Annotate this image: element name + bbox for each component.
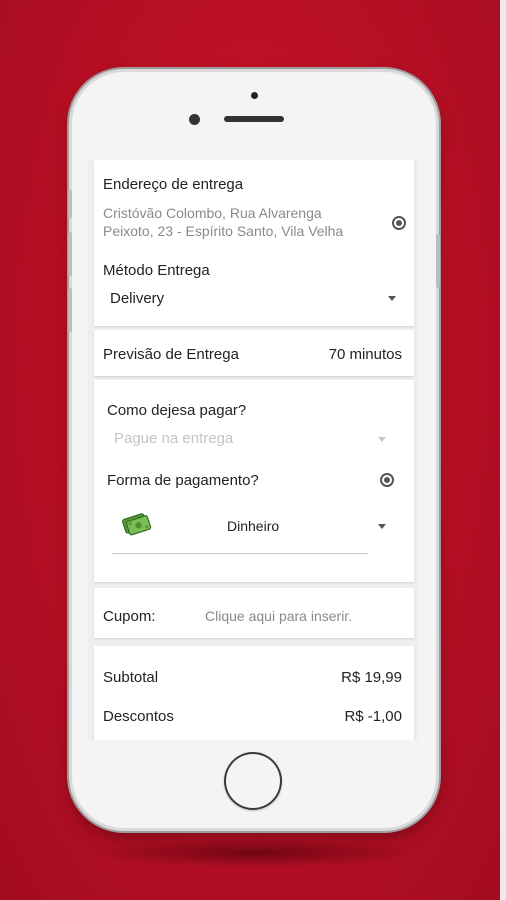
payment-question: Como dejesa pagar? <box>107 402 247 419</box>
radio-icon[interactable] <box>380 473 394 487</box>
delivery-method-dropdown[interactable]: Delivery <box>94 284 414 316</box>
phone-volume-up <box>68 232 72 276</box>
discount-value: R$ -1,00 <box>344 708 402 725</box>
chevron-down-icon <box>378 437 386 442</box>
app-screen: Endereço de entrega Cristóvão Colombo, R… <box>88 160 418 740</box>
payment-when-placeholder: Pague na entrega <box>114 430 234 447</box>
front-camera <box>189 114 200 125</box>
address-card: Endereço de entrega Cristóvão Colombo, R… <box>94 160 414 326</box>
payment-form-label: Forma de pagamento? <box>107 472 259 489</box>
payment-when-dropdown[interactable]: Pague na entrega <box>94 424 414 450</box>
right-edge-strip <box>500 0 506 900</box>
address-title: Endereço de entrega <box>103 176 244 193</box>
totals-card: Subtotal R$ 19,99 Descontos R$ -1,00 <box>94 646 414 740</box>
payment-card: Como dejesa pagar? Pague na entrega Form… <box>94 380 414 582</box>
discount-label: Descontos <box>103 708 174 725</box>
earpiece-speaker <box>224 116 284 122</box>
payment-method-value: Dinheiro <box>227 518 280 534</box>
address-line-2: Peixoto, 23 - Espírito Santo, Vila Velha <box>103 223 344 239</box>
payment-method-underline <box>112 553 368 554</box>
delivery-method-title: Método Entrega <box>103 262 210 279</box>
coupon-label: Cupom: <box>103 608 156 625</box>
chevron-down-icon <box>378 524 386 529</box>
cash-icon <box>120 510 152 538</box>
subtotal-label: Subtotal <box>103 669 159 686</box>
payment-method-dropdown[interactable]: Dinheiro <box>94 504 414 560</box>
chevron-down-icon <box>388 296 396 301</box>
phone-side-button <box>68 190 72 218</box>
home-button[interactable] <box>224 752 282 810</box>
coupon-placeholder[interactable]: Clique aqui para inserir. <box>205 607 352 625</box>
address-select[interactable]: Cristóvão Colombo, Rua Alvarenga Peixoto… <box>94 198 414 244</box>
radio-icon[interactable] <box>392 216 406 230</box>
eta-card: Previsão de Entrega 70 minutos <box>94 330 414 376</box>
subtotal-value: R$ 19,99 <box>341 669 402 686</box>
phone-power-button <box>436 234 440 288</box>
phone-shadow <box>90 838 420 868</box>
coupon-card[interactable]: Cupom: Clique aqui para inserir. <box>94 588 414 638</box>
sensor-dot <box>251 92 258 99</box>
address-line-1: Cristóvão Colombo, Rua Alvarenga <box>103 205 322 221</box>
delivery-method-value: Delivery <box>110 290 165 307</box>
phone-volume-down <box>68 288 72 332</box>
eta-label: Previsão de Entrega <box>103 346 239 363</box>
eta-value: 70 minutos <box>328 346 402 363</box>
